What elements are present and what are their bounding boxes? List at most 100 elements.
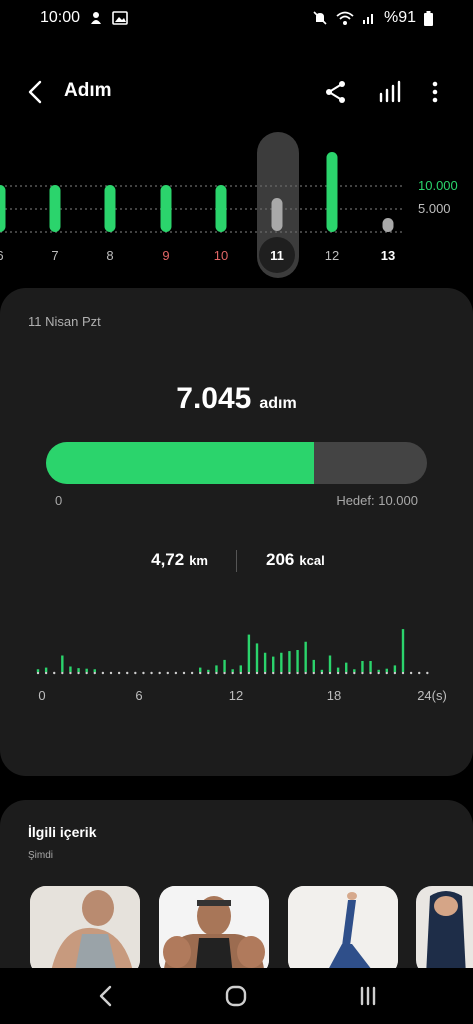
day-bar[interactable] [326,152,338,232]
hour-dot [231,671,234,675]
hour-bar [77,668,80,672]
hour-bar [377,669,380,672]
day-label[interactable]: 10 [214,248,228,263]
back-nav-icon[interactable] [92,984,120,1008]
day-bar[interactable] [104,185,116,232]
progress-min-label: 0 [55,493,63,508]
hour-bar [93,669,96,672]
related-content-subtitle: Şimdi [28,850,54,861]
hour-dot [353,671,356,675]
hour-dot [85,671,88,675]
calories-stat: 206 kcal [266,550,325,570]
day-bar[interactable] [0,185,6,232]
hour-bar [361,661,364,672]
hour-dot [304,671,307,675]
day-bar[interactable] [160,185,172,232]
hour-tick-label: 24(s) [417,688,447,703]
distance-stat: 4,72 km [151,550,208,570]
hour-bar [280,652,283,672]
hour-bar [296,650,299,672]
recents-nav-icon[interactable] [354,984,382,1008]
hour-bar [247,634,251,672]
bar-chart-icon[interactable] [376,78,404,106]
hour-bar [207,669,210,672]
day-label[interactable]: 8 [106,248,113,263]
share-icon[interactable] [322,78,350,106]
hour-dot [166,671,169,675]
goal-reference-label: 10.000 [418,178,458,193]
home-nav-icon[interactable] [222,984,250,1008]
mute-icon [313,11,327,25]
notification-icon [91,12,102,24]
content-thumbnail-2[interactable] [159,886,269,976]
day-bar-selected[interactable] [271,198,283,231]
status-bar: 10:00 %91 [0,0,473,36]
distance-unit: km [189,553,208,568]
hour-bar [199,667,202,672]
hour-dot [272,671,275,675]
back-arrow-icon[interactable] [24,78,48,106]
hour-dot [207,671,210,675]
hour-bar [393,665,397,672]
hour-dot [312,671,315,675]
day-label[interactable]: 13 [381,248,395,263]
content-thumbnail-4[interactable] [416,886,473,976]
day-bar[interactable] [49,185,61,232]
day-label[interactable]: 11 [270,248,284,263]
hour-dot [199,671,202,675]
hour-bar [61,655,64,672]
hour-dot [182,671,186,675]
hour-tick-label: 0 [38,688,45,703]
battery-level: %91 [383,9,416,26]
signal-icon [362,14,373,24]
hour-dot [36,671,40,675]
step-count-unit: adım [259,395,297,412]
day-label[interactable]: 6 [0,248,4,263]
hour-dot [109,671,113,675]
hour-dot [239,671,242,675]
hour-bar [369,661,372,672]
hour-bar [288,651,291,672]
hour-dot [361,671,364,675]
hour-dot [174,671,178,675]
hour-dot [320,671,324,675]
hour-dot [53,671,56,675]
day-label[interactable]: 7 [51,248,58,263]
status-time: 10:00 [40,9,81,26]
hour-dot [418,671,421,675]
goal-progress-fill [46,442,315,484]
hour-bar [69,666,72,672]
hour-dot [336,671,340,675]
hour-bar [44,667,48,672]
hour-dot [190,671,194,675]
hour-dot [158,671,161,675]
day-bar[interactable] [382,218,394,232]
yoga-image [288,886,398,976]
content-thumbnail-3[interactable] [288,886,398,976]
progress-goal-label: Hedef: 10.000 [336,493,418,508]
fitness-image [416,886,473,976]
daily-steps-chart[interactable]: 10.000 5.000 6 7 8 9 10 11 12 13 [0,130,473,280]
daily-summary-card: 11 Nisan Pzt 7.045 adım 0 Hedef: 10.000 4… [0,288,473,776]
hour-bar [401,629,405,672]
related-content-title: İlgili içerik [28,824,97,840]
hour-bar [345,662,348,672]
hour-bar [336,667,340,672]
day-label[interactable]: 9 [162,248,169,263]
hour-bar [385,668,388,672]
content-thumbnail-1[interactable] [30,886,140,976]
system-navigation-bar [0,968,473,1024]
day-label[interactable]: 12 [325,248,339,263]
hour-bar [85,668,88,672]
selected-date: 11 Nisan Pzt [28,314,101,329]
more-options-icon[interactable] [421,78,449,106]
hour-bar [231,669,234,672]
hour-bar [263,652,267,672]
day-bar[interactable] [215,185,227,232]
hour-dot [215,671,218,675]
hour-dot [409,671,413,675]
stats-row: 4,72 km 206 kcal [0,550,473,576]
hour-dot [247,671,251,675]
hour-dot [126,671,129,675]
hour-dot [393,671,397,675]
